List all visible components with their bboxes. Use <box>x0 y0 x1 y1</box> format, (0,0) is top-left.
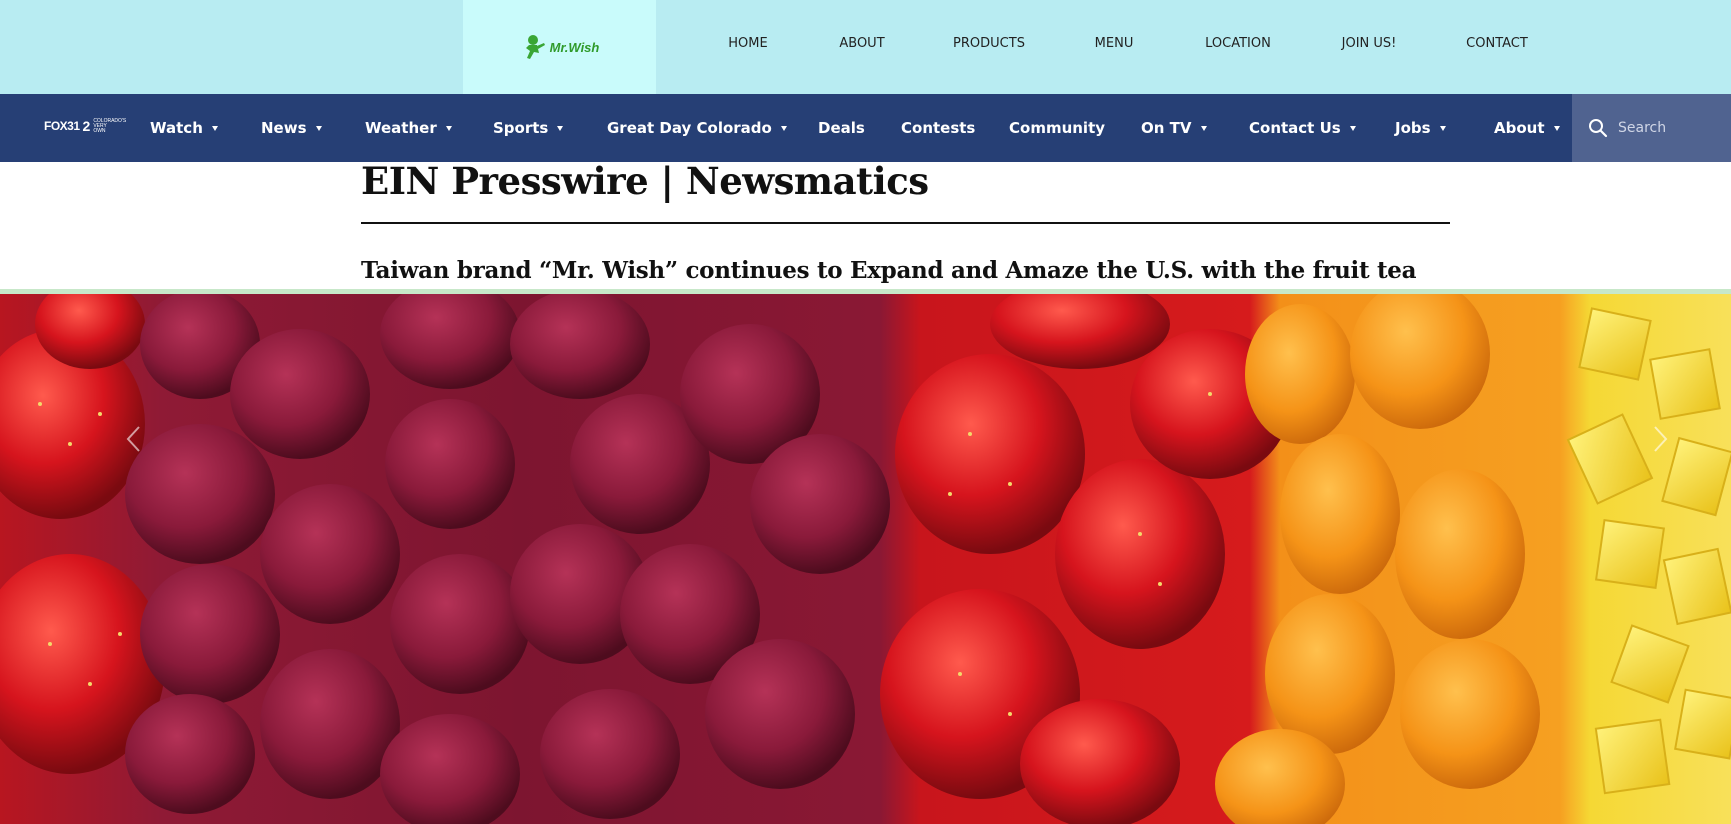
chevron-down-icon <box>1439 125 1446 131</box>
carousel-prev-arrow-icon[interactable] <box>124 424 144 454</box>
nav-sports-label: Sports <box>493 119 549 137</box>
nav-news[interactable]: News <box>261 94 322 162</box>
nav-jobs-label: Jobs <box>1395 119 1431 137</box>
top-nav-location[interactable]: LOCATION <box>1205 36 1271 51</box>
logo-text: Mr.Wish <box>549 39 600 55</box>
nav-contact-us[interactable]: Contact Us <box>1249 94 1356 162</box>
nav-great-day-colorado-label: Great Day Colorado <box>607 119 772 137</box>
nav-great-day-colorado[interactable]: Great Day Colorado <box>607 94 787 162</box>
chevron-down-icon <box>1200 125 1207 131</box>
nav-sports[interactable]: Sports <box>493 94 564 162</box>
nav-jobs[interactable]: Jobs <box>1395 94 1446 162</box>
search-icon <box>1589 119 1608 138</box>
chevron-down-icon <box>1553 125 1560 131</box>
station-nav: FOX31 2 COLORADO'S VERY OWN Watch News W… <box>0 94 1731 162</box>
carousel-next-arrow-icon[interactable] <box>1650 424 1670 454</box>
nav-contests-label: Contests <box>901 119 976 137</box>
nav-contact-us-label: Contact Us <box>1249 119 1341 137</box>
nav-weather-label: Weather <box>365 119 437 137</box>
nav-on-tv-label: On TV <box>1141 119 1192 137</box>
chevron-down-icon <box>1349 125 1356 131</box>
nav-news-label: News <box>261 119 307 137</box>
heading-divider <box>361 222 1450 224</box>
search-input[interactable] <box>1616 119 1720 137</box>
nav-watch-label: Watch <box>150 119 203 137</box>
top-nav-join[interactable]: JOIN US! <box>1342 36 1397 51</box>
mrwish-header: Mr.Wish HOME ABOUT PRODUCTS MENU LOCATIO… <box>0 0 1731 94</box>
top-nav-contact[interactable]: CONTACT <box>1466 36 1528 51</box>
logo-tagline: COLORADO'S VERY OWN <box>93 117 127 134</box>
top-nav-menu[interactable]: MENU <box>1095 36 1134 51</box>
nav-about[interactable]: About <box>1494 94 1560 162</box>
mascot-icon <box>525 35 545 59</box>
nav-contests[interactable]: Contests <box>901 94 975 162</box>
chevron-down-icon <box>445 125 452 131</box>
nav-community-label: Community <box>1009 119 1106 137</box>
nav-deals[interactable]: Deals <box>818 94 865 162</box>
top-nav-about[interactable]: ABOUT <box>839 36 884 51</box>
nav-weather[interactable]: Weather <box>365 94 452 162</box>
top-nav-products[interactable]: PRODUCTS <box>953 36 1025 51</box>
fruit-illustration <box>0 294 1731 824</box>
top-nav-home[interactable]: HOME <box>728 36 767 51</box>
chevron-down-icon <box>557 125 564 131</box>
mrwish-logo[interactable]: Mr.Wish <box>463 0 656 94</box>
chevron-down-icon <box>780 125 787 131</box>
hero-fruit-image <box>0 294 1731 824</box>
fox31-logo-text: FOX31 <box>44 119 80 133</box>
search-box[interactable] <box>1572 94 1731 162</box>
article-source-heading: EIN Presswire | Newsmatics <box>361 159 929 203</box>
nav-community[interactable]: Community <box>1009 94 1105 162</box>
chevron-down-icon <box>211 125 218 131</box>
nav-deals-label: Deals <box>818 119 865 137</box>
channel2-logo-text: 2 <box>82 118 91 134</box>
fox31-logo[interactable]: FOX31 2 COLORADO'S VERY OWN <box>44 117 127 134</box>
nav-on-tv[interactable]: On TV <box>1141 94 1207 162</box>
nav-about-label: About <box>1494 119 1545 137</box>
nav-watch[interactable]: Watch <box>150 94 218 162</box>
article-title: Taiwan brand “Mr. Wish” continues to Exp… <box>361 257 1417 284</box>
chevron-down-icon <box>315 125 322 131</box>
